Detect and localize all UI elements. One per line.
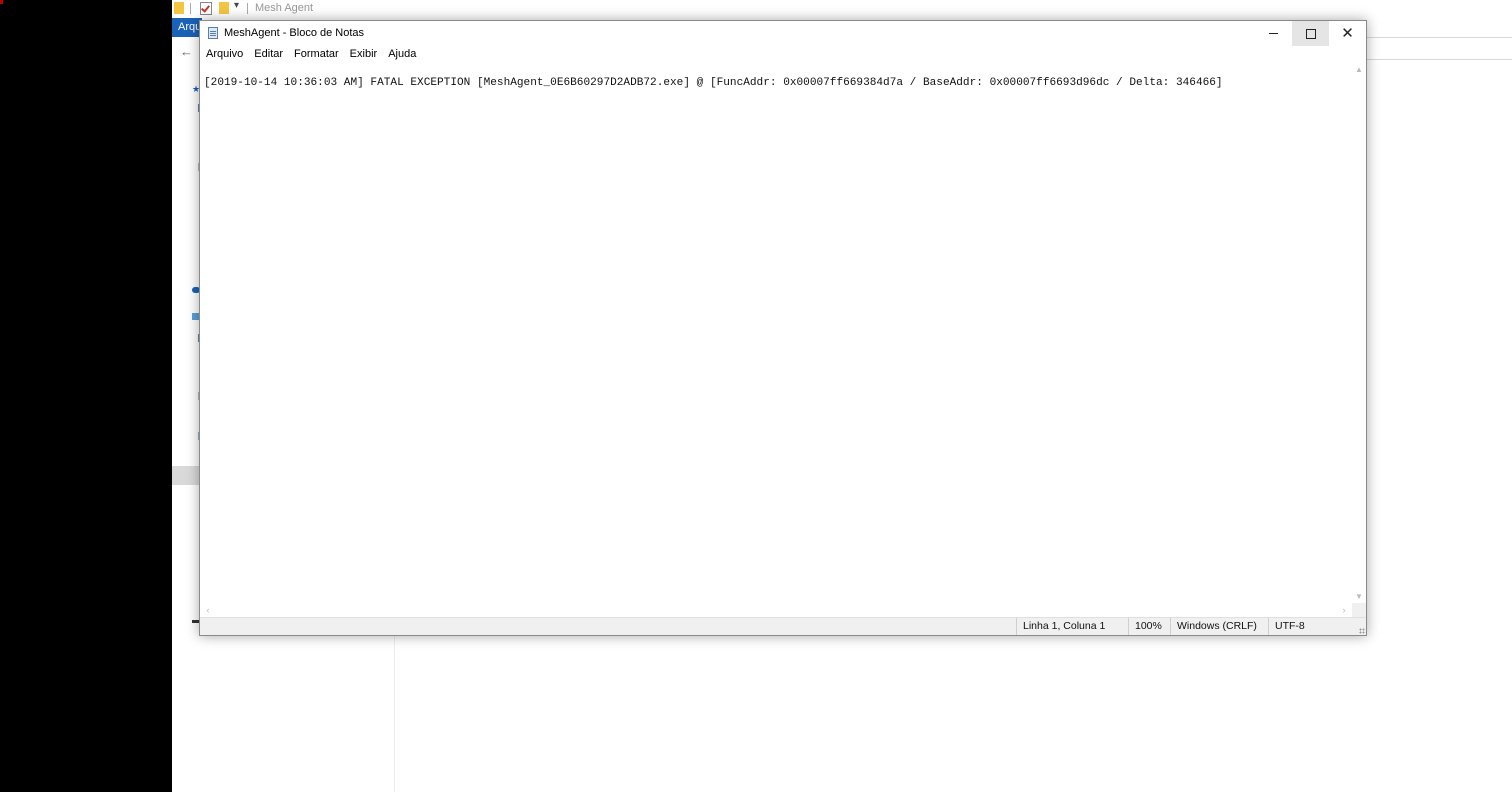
scroll-right-icon[interactable]: ›: [1338, 603, 1350, 617]
status-encoding: UTF-8: [1268, 618, 1364, 635]
nav-pane-selected-item[interactable]: [172, 466, 200, 485]
scroll-up-icon[interactable]: ▲: [1352, 64, 1366, 76]
window-title: MeshAgent - Bloco de Notas: [224, 27, 365, 39]
status-zoom-level: 100%: [1128, 618, 1170, 635]
maximize-button[interactable]: [1292, 21, 1329, 46]
horizontal-scrollbar[interactable]: ‹ ›: [200, 603, 1352, 617]
desktop-left-area: [0, 0, 172, 792]
new-folder-icon[interactable]: [219, 2, 229, 14]
text-editor-area[interactable]: [2019-10-14 10:36:03 AM] FATAL EXCEPTION…: [200, 64, 1352, 603]
vertical-scrollbar[interactable]: ▲ ▼: [1352, 64, 1366, 603]
menu-view[interactable]: Exibir: [350, 46, 378, 64]
minimize-button[interactable]: [1255, 21, 1292, 46]
toolbar-divider: [247, 3, 248, 14]
notepad-window: MeshAgent - Bloco de Notas ✕ Arquivo Edi…: [199, 20, 1367, 636]
search-bar-border: [1367, 59, 1512, 60]
resize-grip-icon[interactable]: [1359, 628, 1365, 634]
close-button[interactable]: ✕: [1329, 21, 1366, 46]
status-cursor-position: Linha 1, Coluna 1: [1016, 618, 1128, 635]
desktop-edge-mark: [0, 0, 3, 4]
quick-access-toolbar: ▾ Mesh Agent: [172, 0, 572, 18]
menu-edit[interactable]: Editar: [254, 46, 283, 64]
address-bar-border: [1367, 37, 1512, 38]
back-arrow-icon[interactable]: ←: [180, 44, 193, 59]
close-icon: ✕: [1341, 24, 1354, 42]
menu-bar: Arquivo Editar Formatar Exibir Ajuda: [200, 46, 1366, 64]
scrollbar-corner: [1352, 603, 1366, 617]
menu-file[interactable]: Arquivo: [206, 46, 243, 64]
menu-format[interactable]: Formatar: [294, 46, 339, 64]
scroll-left-icon[interactable]: ‹: [202, 603, 214, 617]
toolbar-divider: [190, 3, 191, 14]
notepad-app-icon[interactable]: [208, 27, 218, 39]
properties-icon[interactable]: [200, 2, 212, 15]
ribbon-tab-file[interactable]: Arquivo: [172, 18, 202, 37]
explorer-window-title: Mesh Agent: [255, 2, 314, 14]
maximize-icon: [1305, 28, 1316, 39]
status-bar: Linha 1, Coluna 1 100% Windows (CRLF) UT…: [200, 617, 1366, 635]
title-bar[interactable]: MeshAgent - Bloco de Notas ✕: [200, 21, 1366, 46]
nav-pane-divider: [394, 636, 395, 792]
scroll-down-icon[interactable]: ▼: [1352, 591, 1366, 603]
status-line-endings: Windows (CRLF): [1170, 618, 1268, 635]
minimize-icon: [1269, 33, 1278, 34]
menu-help[interactable]: Ajuda: [388, 46, 416, 64]
customize-qat-dropdown-icon[interactable]: ▾: [234, 0, 239, 11]
folder-icon[interactable]: [174, 2, 184, 14]
